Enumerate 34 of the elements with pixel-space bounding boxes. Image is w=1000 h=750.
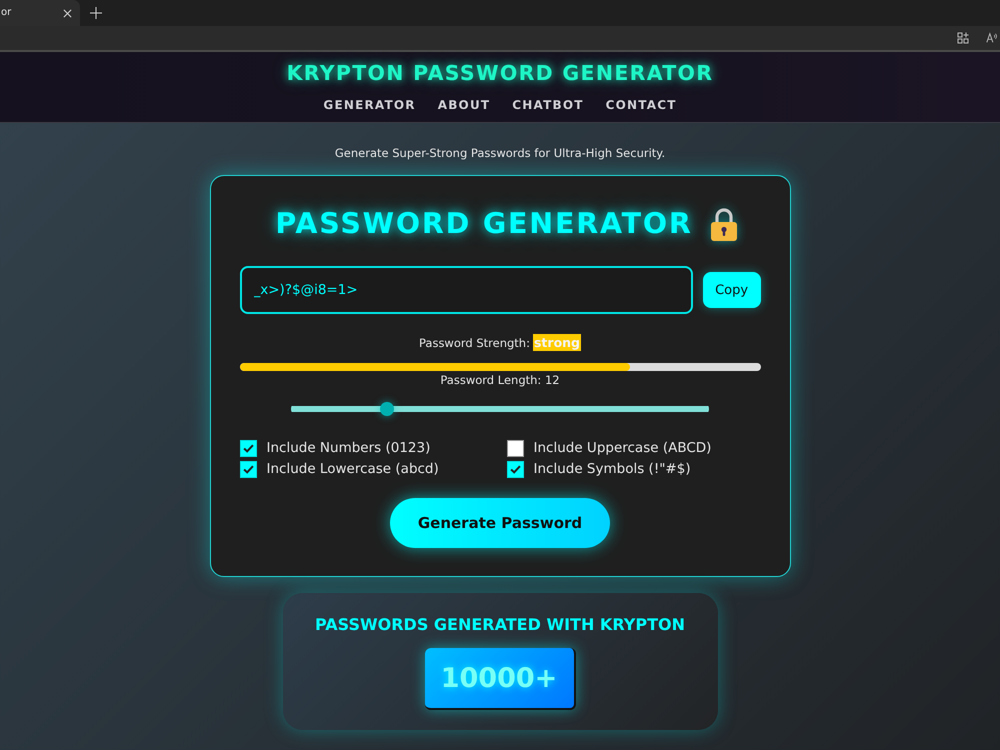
slider-thumb[interactable] (380, 402, 394, 416)
checkbox-label[interactable]: Include Symbols (!"#$) (534, 461, 691, 478)
generate-button[interactable]: Generate Password (390, 498, 610, 548)
checkmark-icon (242, 444, 254, 453)
subtitle: Generate Super-Strong Passwords for Ultra-High Security. (334, 146, 666, 160)
padlock-icon (710, 208, 737, 240)
password-field[interactable]: _x>)?$@i8=1> (240, 266, 693, 314)
nav-link[interactable]: ABOUT (438, 98, 490, 113)
checkmark-icon (242, 465, 254, 474)
generator-title: PASSWORD GENERATOR (275, 206, 693, 242)
checkbox-label[interactable]: Include Lowercase (abcd) (266, 461, 439, 478)
plus-icon[interactable] (90, 7, 102, 19)
browser-tab[interactable]: or (0, 0, 80, 26)
tab-title[interactable]: or (1, 7, 12, 19)
counter-value: 10000+ (424, 648, 576, 710)
counter-title: PASSWORDS GENERATED WITH KRYPTON (315, 615, 685, 635)
checkbox-label[interactable]: Include Numbers (0123) (266, 440, 430, 457)
nav-link[interactable]: GENERATOR (323, 98, 416, 113)
strength-value: strong (532, 334, 581, 351)
checkbox[interactable] (506, 461, 524, 478)
length-label: Password Length: 12 (440, 372, 560, 388)
read-aloud-icon[interactable] (986, 32, 998, 44)
checkmark-icon (510, 465, 520, 474)
copy-button[interactable]: Copy (702, 272, 760, 308)
checkbox-label[interactable]: Include Uppercase (ABCD) (534, 440, 712, 457)
apps-grid-icon[interactable] (957, 32, 969, 44)
close-icon[interactable] (63, 8, 72, 18)
nav-link[interactable]: CHATBOT (512, 98, 584, 113)
checkbox[interactable] (240, 461, 256, 478)
checkbox[interactable] (506, 440, 524, 457)
checkbox[interactable] (240, 440, 256, 457)
strength-label: Password Strength: (418, 334, 530, 350)
site-title: KRYPTON PASSWORD GENERATOR (286, 61, 714, 85)
nav-link[interactable]: CONTACT (606, 98, 677, 113)
